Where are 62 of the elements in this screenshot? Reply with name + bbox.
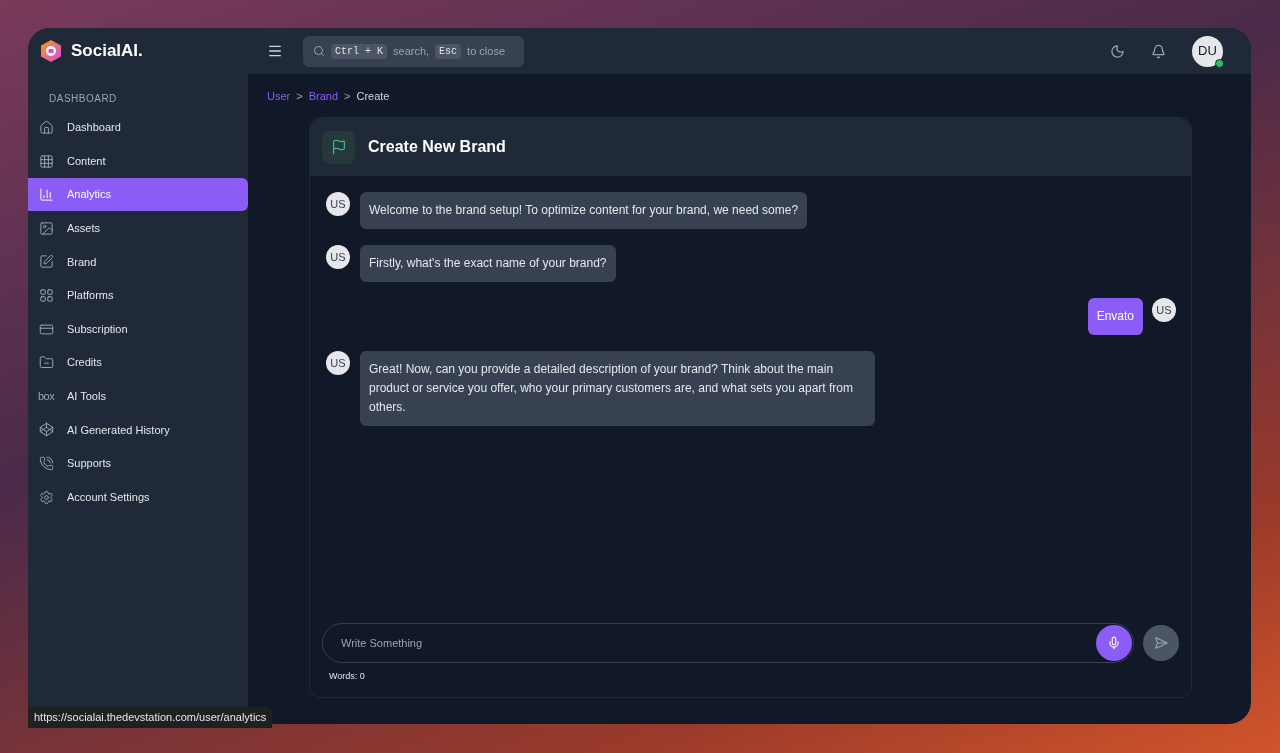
sidebar-item[interactable]: Brand [28,245,248,279]
menu-icon [267,43,283,59]
breadcrumb-current: Create [356,88,390,104]
sidebar-item[interactable]: Content [28,144,248,178]
sidebar-item[interactable]: Dashboard [28,111,248,144]
menu-button[interactable] [267,43,283,59]
search-icon [313,45,325,57]
sidebar-item[interactable]: Assets [28,211,248,245]
sidebar-item[interactable]: Credits [28,346,248,380]
sidebar-item[interactable]: AI Generated History [28,413,248,447]
panel-title: Create New Brand [368,137,506,157]
search-hint: search, [393,43,430,59]
message-bubble: Firstly, what's the exact name of your brand? [360,245,616,282]
message-bubble: Envato [1087,298,1143,335]
status-url-tooltip: https://socialai.thedevstation.com/user/analytics [28,707,273,728]
home-icon [38,120,54,135]
message-bubble: Great! Now, can you provide a detailed description of your brand? Think about the main product or service you offer, who your primary customers are, and what sets you apart from others. [360,351,875,426]
flag-glyph-icon [330,139,347,155]
breadcrumb-separator: > [344,88,351,104]
microphone-button[interactable] [1096,624,1132,661]
message-bubble: Welcome to the brand setup! To optimize content for your brand, we need some? [360,192,808,229]
card-icon [38,321,54,337]
breadcrumb-link[interactable]: User [267,87,291,105]
notifications-button[interactable] [1151,43,1166,59]
sidebar-section-label: DASHBOARD [49,92,117,106]
breadcrumb-link[interactable]: Brand [308,87,339,105]
sender-avatar: US [326,192,350,216]
escape-key: Esc [435,43,462,59]
settings-icon [38,489,54,505]
bell-icon [1151,43,1166,59]
message-input[interactable]: Write Something [322,622,1134,663]
sidebar-item[interactable]: Supports [28,446,248,480]
search-field[interactable]: Ctrl + K search, Esc to close [303,35,524,67]
word-count: Words: 0 [329,669,365,683]
sender-avatar: US [1152,298,1176,322]
dark-mode-button[interactable] [1110,43,1125,59]
sidebar-item[interactable]: box AI Tools [28,379,248,413]
box-logo-icon: box [38,388,54,405]
grid-icon [38,153,54,169]
breadcrumb-separator: > [296,88,303,104]
sidebar-item[interactable]: Platforms [28,278,248,312]
sidebar-item[interactable]: Analytics [28,178,248,212]
folder-icon [38,355,54,371]
sidebar-item[interactable]: Account Settings [28,480,248,514]
brand-name: SocialAI. [71,40,143,63]
shortcut-key: Ctrl + K [331,43,387,59]
edit-icon [38,254,54,270]
bar-chart-icon [38,187,54,203]
logo-icon [39,39,63,63]
search-hint: to close [467,43,506,59]
sender-avatar: US [326,351,350,375]
user-avatar[interactable]: DU [1192,35,1223,67]
image-icon [38,220,54,236]
moon-icon [1110,43,1125,59]
send-button[interactable] [1143,624,1179,661]
phone-icon [38,455,54,471]
sender-avatar: US [326,245,350,269]
send-icon [1154,635,1168,650]
apps-icon [38,287,54,303]
sidebar-item[interactable]: Subscription [28,312,248,346]
cube-icon [38,422,54,438]
microphone-icon [1107,635,1121,650]
